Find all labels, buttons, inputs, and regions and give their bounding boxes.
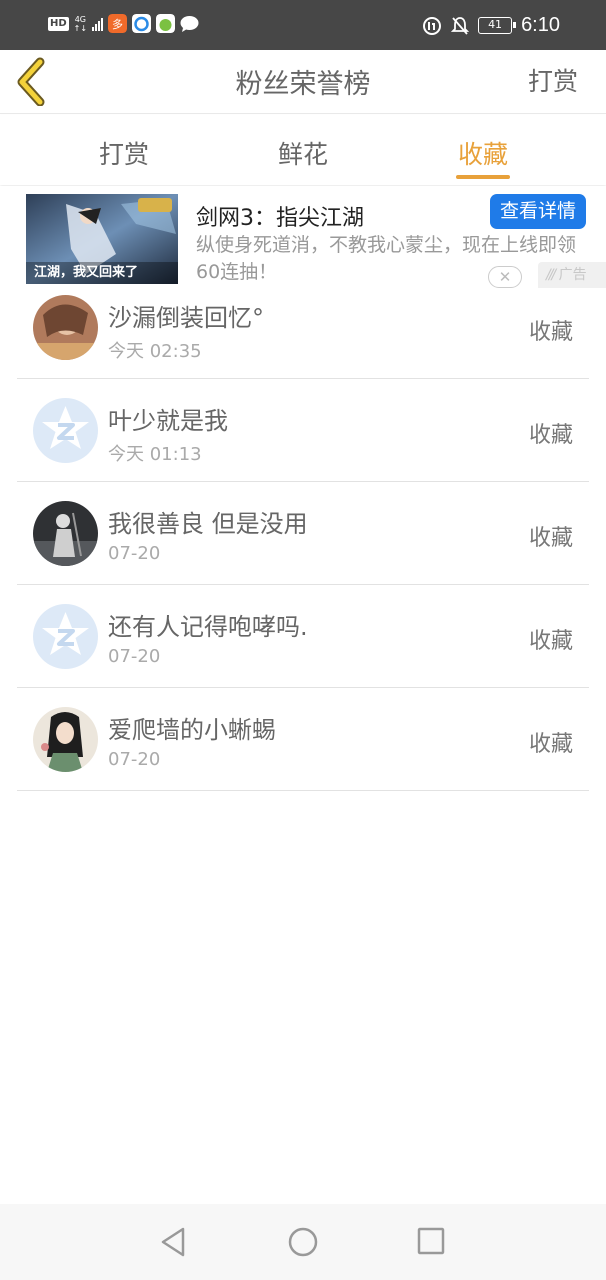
tab-favorites[interactable]: 收藏 — [428, 135, 538, 171]
chat-bubble-icon — [180, 16, 199, 32]
user-name: 沙漏倒装回忆° — [108, 304, 264, 332]
user-photo-icon — [33, 295, 98, 360]
avatar[interactable] — [33, 501, 98, 566]
status-bar: HD 4G ↑↓ 多 41 6:10 — [0, 0, 606, 50]
list-item[interactable]: 我很善良 但是没用 07-20 收藏 — [17, 482, 589, 585]
fruit-app-notification-icon — [156, 14, 176, 33]
status-right: 41 6:10 — [422, 14, 560, 37]
hd-indicator: HD — [48, 16, 69, 31]
action-label: 收藏 — [528, 320, 573, 345]
app-notification-icon: 多 — [108, 14, 128, 33]
activity-time: 07-20 — [108, 543, 161, 564]
tab-flowers[interactable]: 鲜花 — [248, 135, 358, 171]
status-left: HD 4G ↑↓ 多 — [48, 14, 199, 33]
home-circle-icon[interactable] — [287, 1226, 319, 1258]
ad-banner[interactable]: 江湖，我又回来了 剑网3：指尖江湖 纵使身死道消，不教我心蒙尘，现在上线即领60… — [0, 186, 606, 290]
network-type: 4G ↑↓ — [74, 15, 87, 33]
svg-text:多: 多 — [112, 17, 123, 31]
activity-time: 今天 02:35 — [108, 341, 202, 362]
action-label: 收藏 — [528, 526, 573, 551]
user-name: 还有人记得咆哮吗. — [108, 613, 308, 641]
ad-title[interactable]: 剑网3：指尖江湖 — [196, 200, 364, 232]
ad-details-button[interactable]: 查看详情 — [490, 194, 586, 229]
avatar[interactable] — [33, 604, 98, 669]
network-activity: ↑↓ — [73, 23, 88, 33]
user-name: 叶少就是我 — [108, 407, 228, 435]
network-type-label: 4G — [74, 14, 87, 24]
activity-time: 07-20 — [108, 646, 161, 667]
battery-icon: 41 — [478, 17, 517, 34]
system-nav-bar — [0, 1204, 606, 1280]
reward-button[interactable]: 打赏 — [528, 62, 578, 98]
list-item[interactable]: 爱爬墙的小蜥蜴 07-20 收藏 — [17, 688, 589, 791]
avatar[interactable] — [33, 295, 98, 360]
list-item[interactable]: 沙漏倒装回忆° 今天 02:35 收藏 — [17, 276, 589, 379]
fan-list: 沙漏倒装回忆° 今天 02:35 收藏 叶少就是我 今天 01:13 收藏 我很… — [17, 276, 589, 791]
default-avatar-icon — [42, 612, 89, 655]
activity-time: 今天 01:13 — [108, 444, 202, 465]
action-label: 收藏 — [528, 629, 573, 654]
default-avatar-icon — [42, 406, 89, 449]
browser-notification-icon — [132, 14, 152, 33]
action-label: 收藏 — [528, 732, 573, 757]
action-label: 收藏 — [528, 423, 573, 448]
tab-reward[interactable]: 打赏 — [69, 135, 179, 171]
list-item[interactable]: 叶少就是我 今天 01:13 收藏 — [17, 379, 589, 482]
recents-square-icon[interactable] — [416, 1226, 446, 1256]
user-photo-icon — [33, 707, 98, 772]
ad-image[interactable]: 江湖，我又回来了 — [26, 194, 178, 284]
avatar[interactable] — [33, 707, 98, 772]
page-title: 粉丝荣誉榜 — [235, 69, 371, 100]
activity-time: 07-20 — [108, 749, 161, 770]
avatar[interactable] — [33, 398, 98, 463]
list-item[interactable]: 还有人记得咆哮吗. 07-20 收藏 — [17, 585, 589, 688]
back-triangle-icon[interactable] — [158, 1226, 188, 1258]
tab-bar: 打赏 鲜花 收藏 — [0, 115, 606, 185]
user-name: 爱爬墙的小蜥蜴 — [108, 716, 276, 744]
user-name: 我很善良 但是没用 — [108, 510, 308, 538]
user-photo-icon — [33, 501, 98, 566]
top-nav-bar: 粉丝荣誉榜 打赏 — [0, 50, 606, 114]
signal-icon — [92, 17, 104, 31]
clock: 6:10 — [521, 14, 560, 36]
active-tab-indicator — [456, 175, 510, 179]
mute-bell-icon — [451, 16, 470, 35]
data-saver-icon — [423, 16, 442, 35]
